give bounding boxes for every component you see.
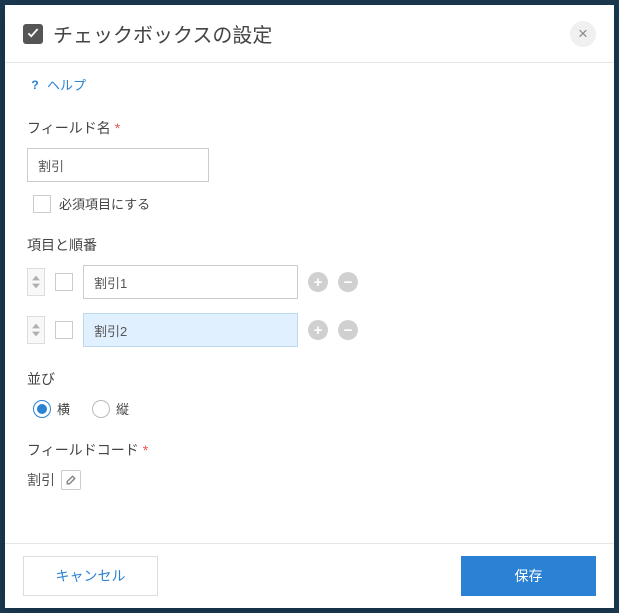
options-list: + − + − bbox=[27, 265, 592, 347]
required-checkbox-label: 必須項目にする bbox=[59, 194, 150, 213]
field-code-label-row: フィールドコード * bbox=[27, 440, 592, 460]
remove-option-button[interactable]: − bbox=[338, 272, 358, 292]
dialog-body: ? ヘルプ フィールド名 * 必須項目にする 項目と順番 bbox=[5, 63, 614, 543]
save-button[interactable]: 保存 bbox=[461, 556, 596, 596]
minus-icon: − bbox=[344, 275, 353, 290]
help-label: ヘルプ bbox=[47, 75, 86, 94]
help-link[interactable]: ? ヘルプ bbox=[27, 75, 86, 94]
close-icon: × bbox=[578, 24, 588, 44]
orientation-radio-row: 横 縦 bbox=[33, 399, 592, 418]
required-star: * bbox=[115, 120, 120, 136]
required-checkbox[interactable] bbox=[33, 195, 51, 213]
radio-icon bbox=[33, 400, 51, 418]
cancel-button-label: キャンセル bbox=[56, 566, 126, 586]
pencil-icon bbox=[65, 474, 77, 486]
field-name-label-row: フィールド名 * bbox=[27, 118, 592, 138]
edit-field-code-button[interactable] bbox=[61, 470, 81, 490]
options-group: 項目と順番 + − bbox=[27, 235, 592, 347]
options-label: 項目と順番 bbox=[27, 235, 592, 255]
save-button-label: 保存 bbox=[515, 566, 543, 586]
minus-icon: − bbox=[344, 323, 353, 338]
option-row: + − bbox=[27, 313, 592, 347]
field-code-label: フィールドコード bbox=[27, 440, 139, 460]
field-code-group: フィールドコード * 割引 bbox=[27, 440, 592, 490]
field-code-row: 割引 bbox=[27, 470, 592, 490]
required-star: * bbox=[143, 442, 148, 458]
option-checkbox[interactable] bbox=[55, 321, 73, 339]
help-icon: ? bbox=[27, 77, 43, 93]
drag-handle-icon[interactable] bbox=[27, 316, 45, 344]
option-row: + − bbox=[27, 265, 592, 299]
required-checkbox-row[interactable]: 必須項目にする bbox=[33, 194, 592, 213]
dialog-footer: キャンセル 保存 bbox=[5, 543, 614, 608]
dialog-title: チェックボックスの設定 bbox=[53, 19, 570, 48]
option-checkbox[interactable] bbox=[55, 273, 73, 291]
orientation-radio-vertical[interactable]: 縦 bbox=[92, 399, 129, 418]
field-name-group: フィールド名 * 必須項目にする bbox=[27, 118, 592, 213]
add-option-button[interactable]: + bbox=[308, 272, 328, 292]
cancel-button[interactable]: キャンセル bbox=[23, 556, 158, 596]
orientation-label: 並び bbox=[27, 369, 592, 389]
plus-icon: + bbox=[314, 275, 323, 290]
close-button[interactable]: × bbox=[570, 21, 596, 47]
field-name-input[interactable] bbox=[27, 148, 209, 182]
field-code-value: 割引 bbox=[27, 470, 55, 490]
plus-icon: + bbox=[314, 323, 323, 338]
checkbox-icon bbox=[23, 24, 43, 44]
checkbox-settings-dialog: チェックボックスの設定 × ? ヘルプ フィールド名 * 必須項目にする 項目と… bbox=[5, 5, 614, 608]
option-input[interactable] bbox=[83, 265, 298, 299]
orientation-radio-horizontal[interactable]: 横 bbox=[33, 399, 70, 418]
option-input[interactable] bbox=[83, 313, 298, 347]
remove-option-button[interactable]: − bbox=[338, 320, 358, 340]
orientation-group: 並び 横 縦 bbox=[27, 369, 592, 418]
radio-label: 縦 bbox=[116, 399, 129, 418]
radio-label: 横 bbox=[57, 399, 70, 418]
dialog-header: チェックボックスの設定 × bbox=[5, 5, 614, 63]
radio-icon bbox=[92, 400, 110, 418]
add-option-button[interactable]: + bbox=[308, 320, 328, 340]
drag-handle-icon[interactable] bbox=[27, 268, 45, 296]
field-name-label: フィールド名 bbox=[27, 118, 111, 138]
